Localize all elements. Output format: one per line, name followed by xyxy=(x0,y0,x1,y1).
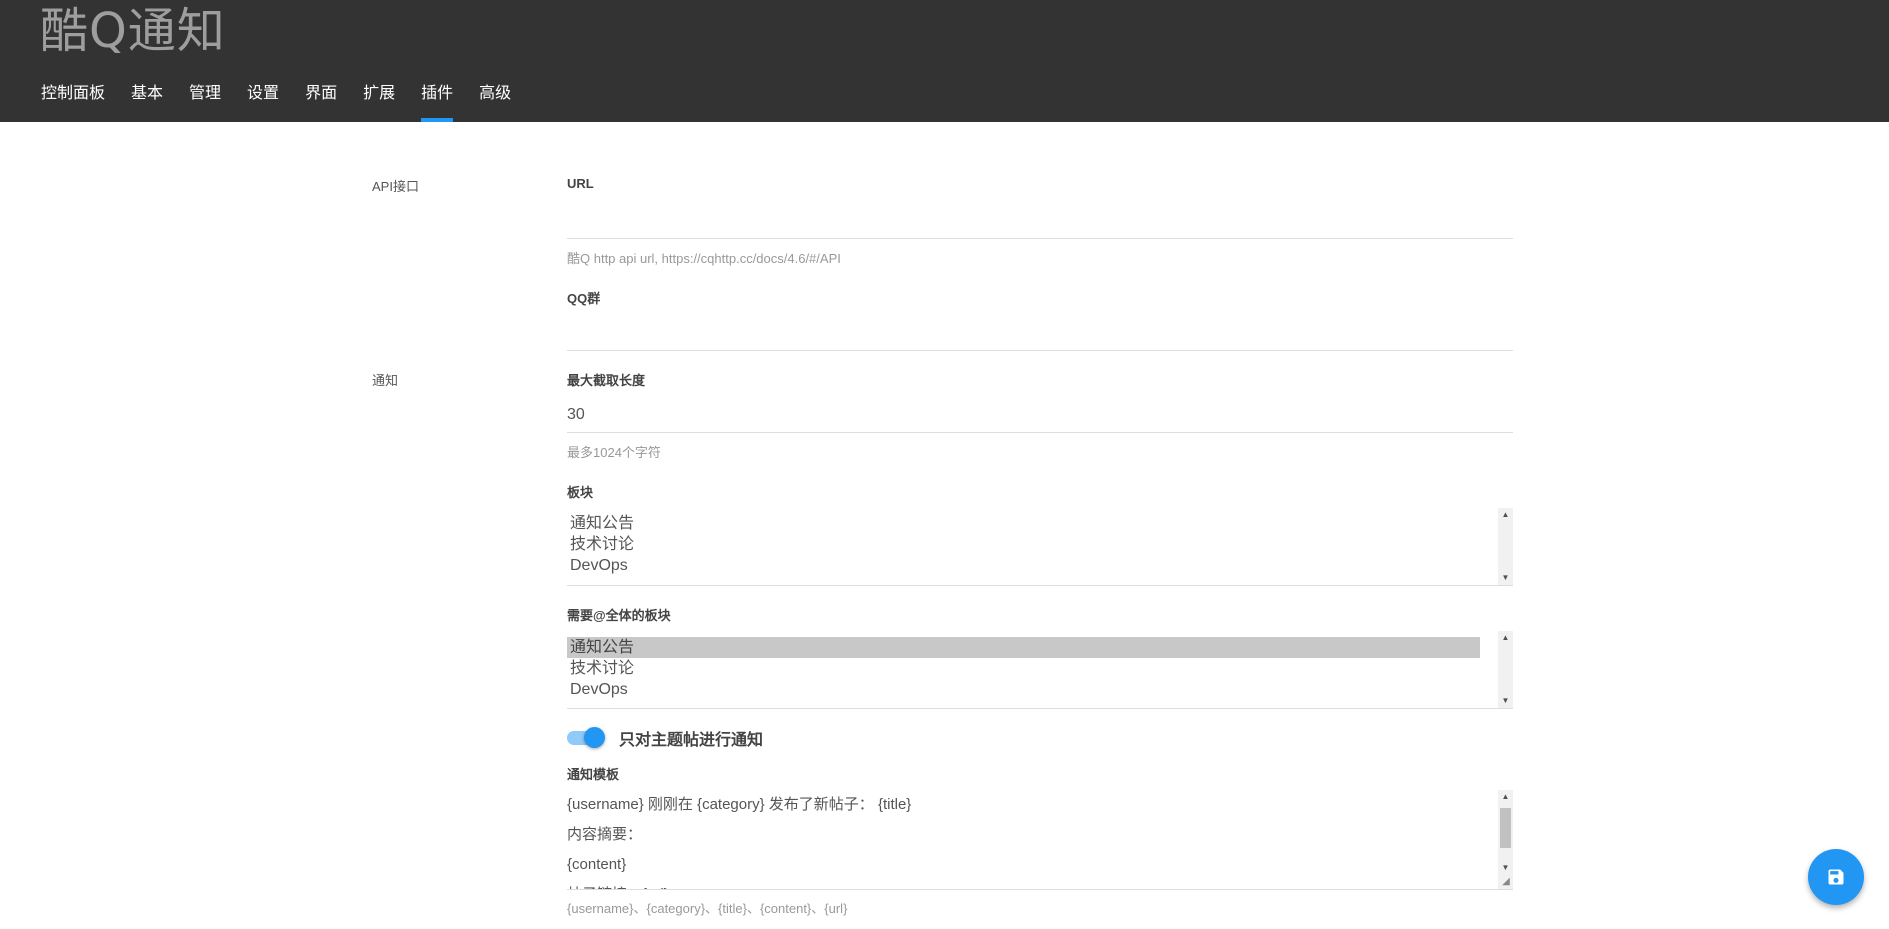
main-nav: 控制面板 基本 管理 设置 界面 扩展 插件 高级 xyxy=(28,76,524,122)
list-item[interactable]: 技术讨论 xyxy=(567,534,1480,555)
max-length-input[interactable] xyxy=(567,397,1513,433)
tab-basic[interactable]: 基本 xyxy=(118,76,176,122)
app-title: 酷Q通知 xyxy=(40,3,226,59)
scroll-down-icon[interactable]: ▼ xyxy=(1498,861,1513,875)
template-scrollbar[interactable]: ▲ ▼ xyxy=(1498,790,1513,889)
scroll-down-icon[interactable]: ▼ xyxy=(1498,571,1513,585)
list-item[interactable]: 通知公告 xyxy=(567,637,1480,658)
scroll-up-icon[interactable]: ▲ xyxy=(1498,631,1513,645)
categories-scrollbar[interactable]: ▲ ▼ xyxy=(1498,508,1513,585)
template-line: 帖子链接：{url} xyxy=(567,880,1513,889)
topic-only-toggle[interactable] xyxy=(567,726,605,748)
qq-group-input[interactable] xyxy=(567,315,1513,351)
topic-only-label: 只对主题帖进行通知 xyxy=(619,732,764,749)
template-line: {username} 刚刚在 {category} 发布了新帖子： {title… xyxy=(567,796,912,813)
url-help-text: 酷Q http api url, https://cqhttp.cc/docs/… xyxy=(567,251,841,266)
section-label-api: API接口 xyxy=(372,179,419,194)
tab-interface[interactable]: 界面 xyxy=(292,76,350,122)
tab-manage[interactable]: 管理 xyxy=(176,76,234,122)
floppy-disk-icon xyxy=(1828,869,1844,885)
at-all-categories-label: 需要@全体的板块 xyxy=(567,608,671,623)
qq-group-label: QQ群 xyxy=(567,291,601,306)
categories-label: 板块 xyxy=(567,485,594,500)
list-item[interactable]: DevOps xyxy=(567,555,1480,576)
resize-grip-icon[interactable]: ◢ xyxy=(1500,876,1512,888)
section-label-notify: 通知 xyxy=(372,373,399,388)
scroll-down-icon[interactable]: ▼ xyxy=(1498,694,1513,708)
scroll-up-icon[interactable]: ▲ xyxy=(1498,790,1513,804)
tab-dashboard[interactable]: 控制面板 xyxy=(28,76,118,122)
template-label: 通知模板 xyxy=(567,767,620,782)
max-length-label: 最大截取长度 xyxy=(567,373,646,388)
template-help-text: {username}、{category}、{title}、{content}、… xyxy=(567,901,848,916)
tab-extensions[interactable]: 扩展 xyxy=(350,76,408,122)
tab-settings[interactable]: 设置 xyxy=(234,76,292,122)
tab-advanced[interactable]: 高级 xyxy=(466,76,524,122)
save-button[interactable] xyxy=(1808,849,1864,905)
template-line: 内容摘要： xyxy=(567,826,643,843)
max-length-help-text: 最多1024个字符 xyxy=(567,445,661,460)
at-all-categories-scrollbar[interactable]: ▲ ▼ xyxy=(1498,631,1513,708)
toggle-knob xyxy=(584,727,605,748)
at-all-categories-listbox[interactable]: 通知公告 技术讨论 DevOps ▲ ▼ xyxy=(567,631,1513,709)
list-item[interactable]: 技术讨论 xyxy=(567,658,1480,679)
template-line: {content} xyxy=(567,856,627,873)
list-item[interactable]: 通知公告 xyxy=(567,513,1480,534)
tab-plugins[interactable]: 插件 xyxy=(408,76,466,122)
categories-listbox[interactable]: 通知公告 技术讨论 DevOps ▲ ▼ xyxy=(567,508,1513,586)
template-textarea[interactable]: {username} 刚刚在 {category} 发布了新帖子： {title… xyxy=(567,790,1513,890)
app-header: 酷Q通知 控制面板 基本 管理 设置 界面 扩展 插件 高级 xyxy=(0,0,1889,122)
url-input[interactable] xyxy=(567,203,1513,239)
scroll-thumb[interactable] xyxy=(1500,808,1511,848)
scroll-up-icon[interactable]: ▲ xyxy=(1498,508,1513,522)
url-label: URL xyxy=(567,176,594,191)
list-item[interactable]: DevOps xyxy=(567,679,1480,700)
